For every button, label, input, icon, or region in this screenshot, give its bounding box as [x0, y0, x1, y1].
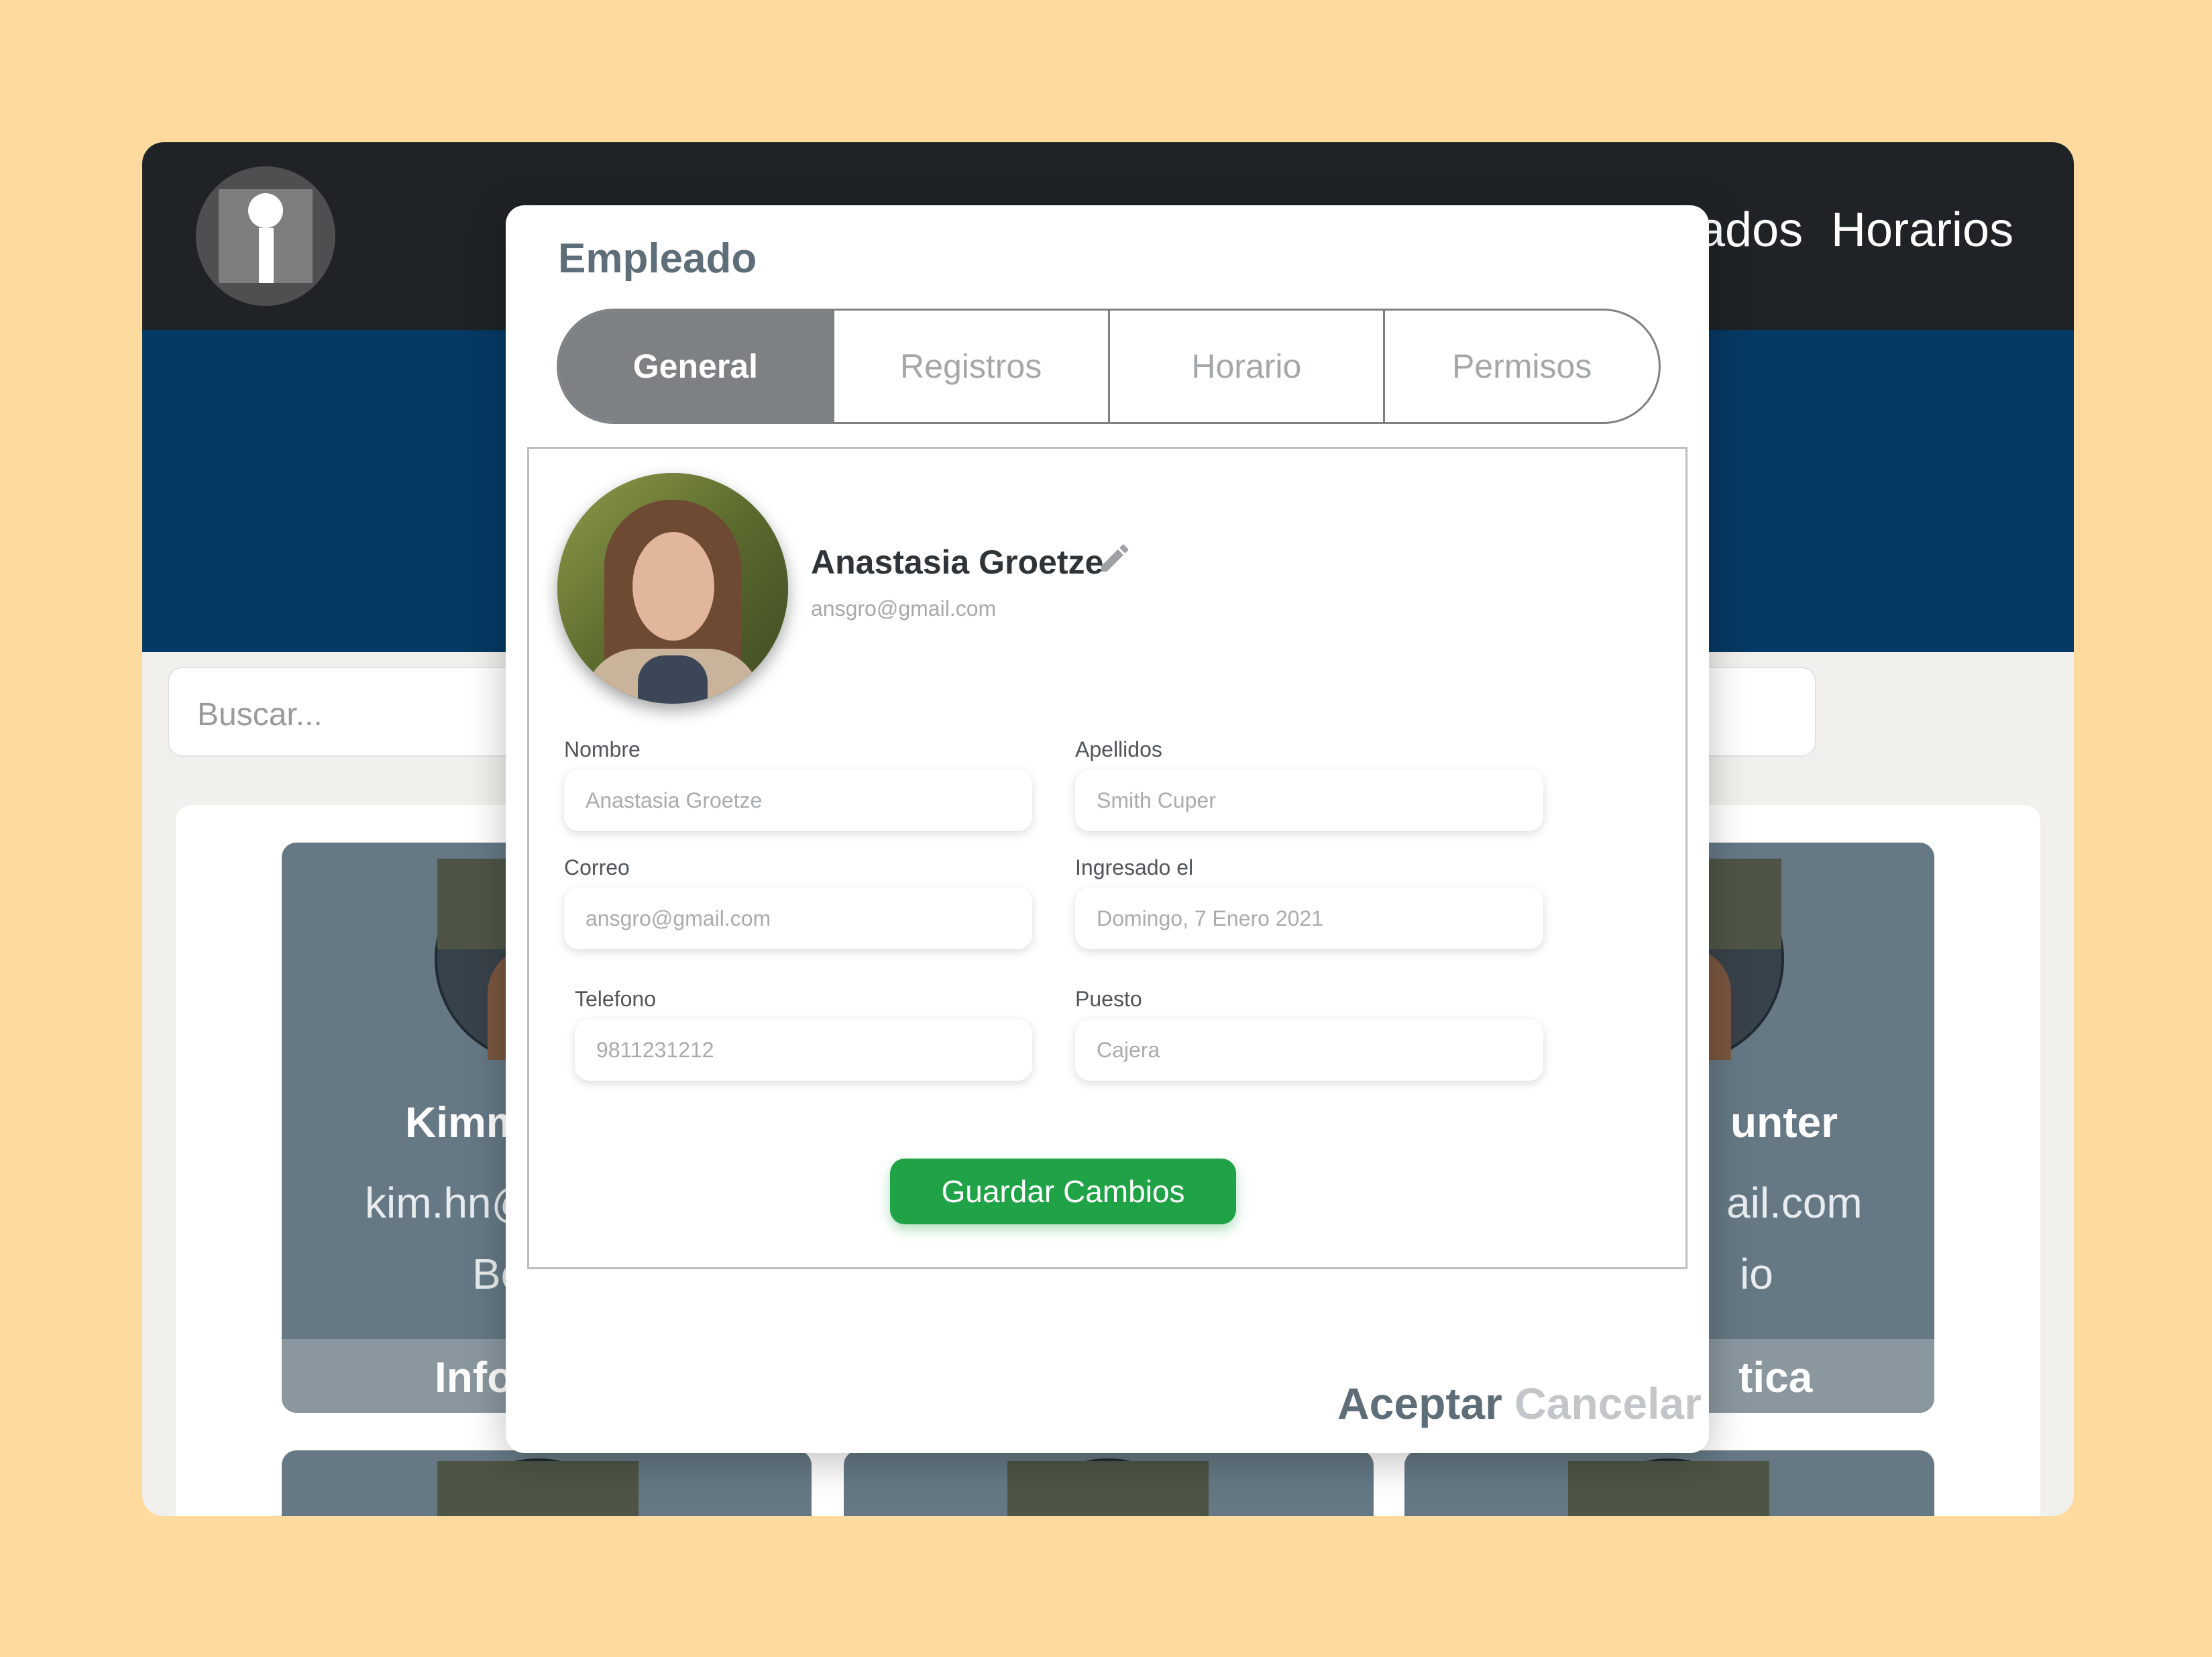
tab-general[interactable]: General — [559, 311, 832, 422]
profile-email: ansgro@gmail.com — [811, 596, 997, 621]
profile-name: Anastasia Groetze — [811, 543, 1104, 581]
modal-title: Empleado — [558, 235, 757, 282]
nav-item-employees[interactable]: ados — [1698, 203, 1803, 258]
cancel-button[interactable]: Cancelar — [1514, 1378, 1702, 1429]
general-panel: Anastasia Groetze ansgro@gmail.com Nombr… — [527, 447, 1688, 1269]
employee-modal: Empleado General Registros Horario Permi… — [506, 205, 1709, 1453]
telefono-label: Telefono — [575, 987, 656, 1011]
apellidos-field[interactable]: Smith Cuper — [1075, 769, 1543, 831]
pencil-edit-icon[interactable] — [1097, 540, 1133, 576]
tab-permisos[interactable]: Permisos — [1383, 311, 1659, 422]
modal-tabs: General Registros Horario Permisos — [557, 309, 1661, 424]
avatar — [435, 1458, 641, 1516]
nombre-label: Nombre — [564, 737, 641, 761]
telefono-field[interactable]: 9811231212 — [575, 1019, 1032, 1081]
employee-card-footer-label: tica — [1738, 1353, 1813, 1401]
profile-photo[interactable] — [557, 473, 788, 704]
employee-card[interactable] — [1404, 1450, 1934, 1516]
avatar — [1565, 1458, 1772, 1516]
employee-card-footer-label: Info — [435, 1353, 514, 1401]
employee-card-name: unter — [1730, 1098, 1838, 1146]
nav-item-schedules[interactable]: Horarios — [1831, 203, 2013, 258]
apellidos-label: Apellidos — [1075, 737, 1162, 761]
save-changes-button[interactable]: Guardar Cambios — [890, 1159, 1236, 1224]
puesto-label: Puesto — [1075, 987, 1142, 1011]
correo-field[interactable]: ansgro@gmail.com — [564, 888, 1032, 949]
employee-card-role: io — [1740, 1250, 1773, 1298]
tab-horario[interactable]: Horario — [1107, 311, 1384, 422]
nombre-field[interactable]: Anastasia Groetze — [564, 769, 1032, 831]
fingerprint-logo-icon[interactable] — [196, 166, 335, 306]
ingresado-label: Ingresado el — [1075, 855, 1194, 879]
employee-card[interactable] — [282, 1450, 812, 1516]
ingresado-field[interactable]: Domingo, 7 Enero 2021 — [1075, 888, 1543, 949]
employee-card-email: ail.com — [1726, 1179, 1863, 1227]
avatar — [1005, 1458, 1211, 1516]
puesto-field[interactable]: Cajera — [1075, 1019, 1543, 1081]
employee-card[interactable] — [844, 1450, 1374, 1516]
accept-button[interactable]: Aceptar — [1337, 1378, 1502, 1429]
correo-label: Correo — [564, 855, 630, 879]
tab-registros[interactable]: Registros — [832, 311, 1108, 422]
